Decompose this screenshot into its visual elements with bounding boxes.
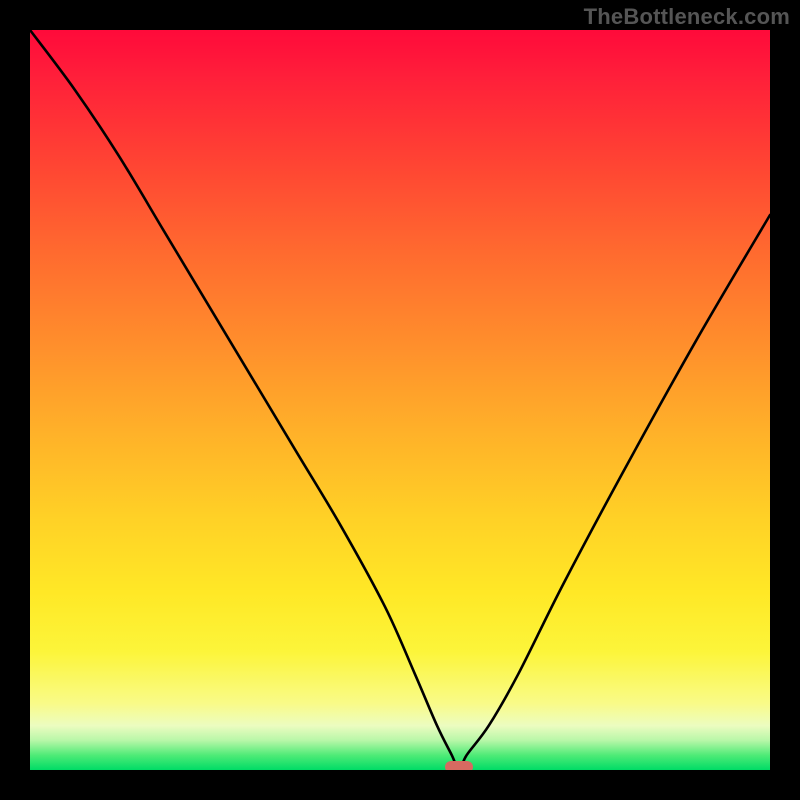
- curve-path: [30, 30, 770, 770]
- minimum-marker: [445, 761, 473, 770]
- chart-frame: TheBottleneck.com: [0, 0, 800, 800]
- plot-area: [30, 30, 770, 770]
- watermark-text: TheBottleneck.com: [584, 4, 790, 30]
- bottleneck-curve: [30, 30, 770, 770]
